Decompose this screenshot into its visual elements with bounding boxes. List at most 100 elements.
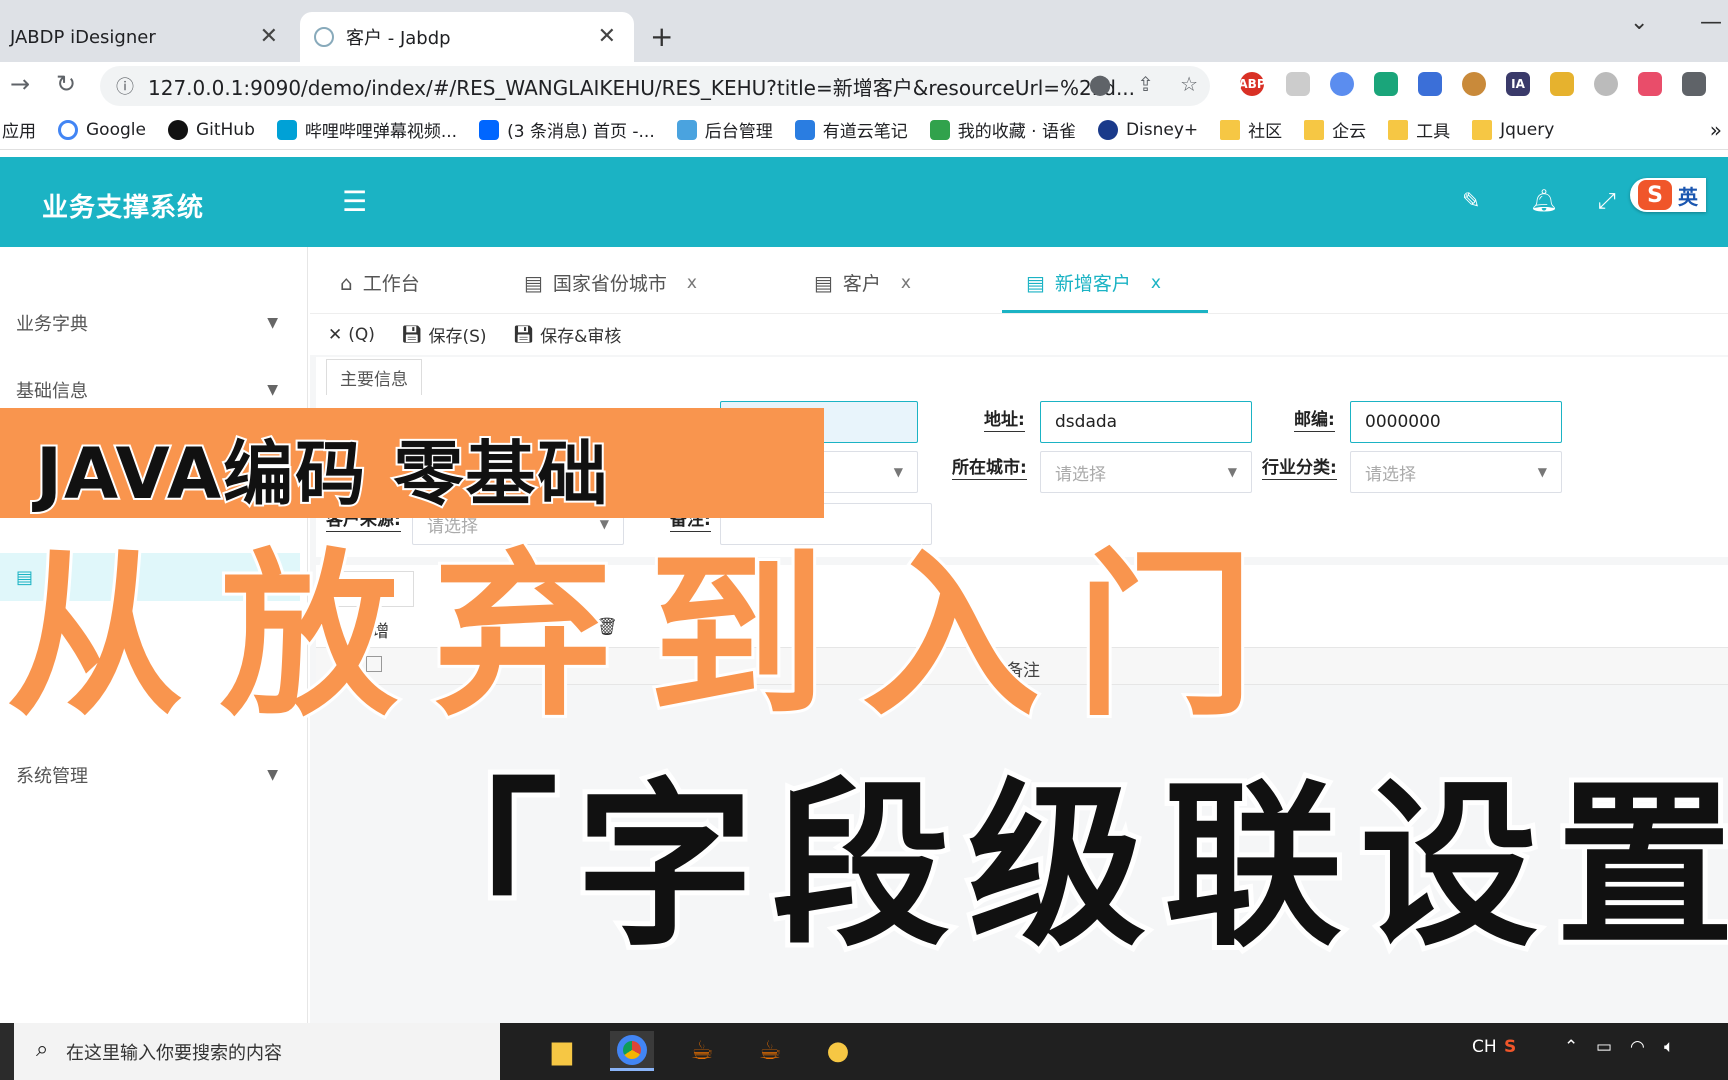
java-icon[interactable]: ☕︎: [680, 1031, 724, 1071]
bookmark-zhihu[interactable]: (3 条消息) 首页 -...: [479, 117, 655, 142]
close-icon[interactable]: ✕: [598, 24, 616, 49]
extension-icon[interactable]: [1550, 72, 1574, 96]
chevron-down-icon[interactable]: ⌄: [1630, 10, 1648, 35]
extension-icon[interactable]: [1638, 72, 1662, 96]
ime-indicator[interactable]: S英: [1630, 178, 1706, 212]
bookmark-label: GitHub: [195, 119, 255, 140]
extension-icon[interactable]: [1594, 72, 1618, 96]
bookmark-youdao[interactable]: 有道云笔记: [794, 117, 908, 142]
bookmark-disney[interactable]: Disney+: [1097, 119, 1198, 140]
forward-icon[interactable]: →: [10, 70, 30, 98]
battery-icon[interactable]: ▭: [1596, 1037, 1612, 1057]
overlay-top-text: JAVA编码 零基础: [34, 431, 610, 517]
ia-icon[interactable]: IA: [1506, 72, 1530, 96]
volume-icon[interactable]: 🔈︎: [1664, 1037, 1674, 1057]
sidebar-item-system[interactable]: 系统管理 ▼: [0, 755, 300, 795]
adblock-icon[interactable]: ABP: [1238, 72, 1266, 96]
google-icon: [58, 119, 78, 140]
close-icon[interactable]: x: [1151, 273, 1161, 293]
new-tab-button[interactable]: +: [650, 20, 673, 53]
menu-toggle-icon[interactable]: ☰: [342, 185, 367, 218]
extension-icon[interactable]: [1330, 72, 1354, 96]
location-icon[interactable]: ⬤: [1089, 72, 1111, 96]
more-bookmarks-icon[interactable]: »: [1710, 118, 1722, 142]
chrome-icon[interactable]: [610, 1031, 654, 1071]
folder-icon: [1472, 119, 1493, 140]
info-icon[interactable]: ⓘ: [116, 73, 134, 99]
bookmark-google[interactable]: Google: [58, 119, 146, 140]
tab-main-info[interactable]: 主要信息: [326, 359, 422, 395]
tab-label: 国家省份城市: [552, 273, 667, 295]
start-area[interactable]: [0, 1023, 14, 1080]
industry-select[interactable]: 请选择 ▼: [1350, 451, 1562, 493]
save-button[interactable]: 💾︎ 保存(S): [401, 322, 487, 348]
zhihu-icon: [479, 119, 500, 140]
disney-icon: [1097, 119, 1118, 140]
sidebar-item-basic-info[interactable]: 基础信息 ▼: [0, 370, 300, 410]
star-icon[interactable]: ☆: [1180, 72, 1198, 96]
minimize-icon[interactable]: —: [1700, 10, 1722, 35]
extension-icon[interactable]: [1286, 72, 1310, 96]
extension-icon[interactable]: [1462, 72, 1486, 96]
sidebar-item-label: 基础信息: [16, 381, 88, 402]
edit-icon[interactable]: ✎: [1462, 189, 1480, 214]
folder-icon: [1304, 119, 1325, 140]
extension-icon[interactable]: [1374, 72, 1398, 96]
sidebar-item-business-dict[interactable]: 业务字典 ▼: [0, 303, 300, 343]
file-explorer-icon[interactable]: ▆: [540, 1031, 584, 1071]
close-icon[interactable]: x: [901, 273, 911, 293]
bookmark-label: 哔哩哔哩弹幕视频...: [304, 122, 458, 142]
bookmark-github[interactable]: GitHub: [167, 119, 255, 140]
bookmark-yuque[interactable]: 我的收藏 · 语雀: [929, 117, 1076, 142]
browser-tab-label: 客户 - Jabdp: [346, 28, 451, 49]
bookmark-folder-qiyun[interactable]: 企云: [1304, 117, 1366, 142]
reload-icon[interactable]: ↻: [56, 70, 76, 98]
bookmark-label: 有道云笔记: [822, 122, 908, 142]
bookmark-bilibili[interactable]: 哔哩哔哩弹幕视频...: [276, 117, 458, 142]
address-field[interactable]: dsdada: [1040, 401, 1252, 443]
yuque-icon: [929, 119, 950, 140]
tab-customer[interactable]: ▤ 客户 x: [814, 269, 911, 296]
document-icon: ▤: [814, 270, 833, 295]
bookmark-apps[interactable]: 应用: [2, 117, 36, 142]
document-icon: ▤: [524, 270, 543, 295]
chevron-up-icon[interactable]: ⌃: [1564, 1037, 1578, 1057]
bookmark-folder-jquery[interactable]: Jquery: [1472, 119, 1554, 140]
share-icon[interactable]: ⇪: [1137, 72, 1154, 96]
fullscreen-icon[interactable]: ⤢: [1598, 189, 1616, 214]
bookmark-label: 工具: [1416, 122, 1451, 142]
address-label: 地址:: [984, 410, 1025, 432]
folder-icon: [1388, 119, 1409, 140]
bookmark-folder-tools[interactable]: 工具: [1388, 117, 1450, 142]
caret-down-icon: ▼: [1227, 465, 1237, 479]
sogou-icon[interactable]: S: [1504, 1037, 1516, 1057]
browser-tab-jabdp-idesigner[interactable]: JABDP iDesigner ✕: [0, 12, 296, 62]
save-and-audit-button[interactable]: 💾︎ 保存&审核: [513, 322, 622, 348]
home-icon: ⌂: [340, 270, 353, 295]
bookmark-label: 我的收藏 · 语雀: [957, 122, 1076, 142]
bell-icon[interactable]: 🔔︎: [1530, 189, 1558, 214]
bookmark-admin[interactable]: 后台管理: [676, 117, 773, 142]
java-icon[interactable]: ☕︎: [748, 1031, 792, 1071]
tab-country-province-city[interactable]: ▤ 国家省份城市 x: [524, 269, 697, 296]
chevron-down-icon: ▼: [267, 382, 278, 398]
omnibox-actions: ⬤ ⇪ ☆: [1089, 72, 1198, 96]
tab-new-customer[interactable]: ▤ 新增客户 x: [1026, 269, 1161, 296]
bookmarks-bar: 应用 Google GitHub 哔哩哔哩弹幕视频... (3 条消息) 首页 …: [0, 110, 1728, 150]
close-form-button[interactable]: ✕ (Q): [328, 325, 375, 345]
wifi-icon[interactable]: ◠: [1630, 1037, 1645, 1057]
city-select[interactable]: 请选择 ▼: [1040, 451, 1252, 493]
app-icon[interactable]: ●: [816, 1031, 860, 1071]
caret-down-icon: ▼: [893, 465, 903, 479]
close-icon[interactable]: ✕: [260, 24, 278, 49]
puzzle-icon[interactable]: [1682, 72, 1706, 96]
browser-tab-kehu[interactable]: 客户 - Jabdp ✕: [300, 12, 634, 62]
close-icon[interactable]: x: [687, 273, 697, 293]
bookmark-folder-community[interactable]: 社区: [1220, 117, 1282, 142]
address-bar[interactable]: ⓘ 127.0.0.1:9090/demo/index/#/RES_WANGLA…: [100, 66, 1210, 106]
input-language[interactable]: CH: [1472, 1037, 1497, 1057]
eyedropper-icon[interactable]: [1418, 72, 1442, 96]
tab-workbench[interactable]: ⌂ 工作台: [340, 269, 420, 296]
taskbar-search[interactable]: ⌕ 在这里输入你要搜索的内容: [14, 1023, 500, 1080]
zip-field[interactable]: 0000000: [1350, 401, 1562, 443]
